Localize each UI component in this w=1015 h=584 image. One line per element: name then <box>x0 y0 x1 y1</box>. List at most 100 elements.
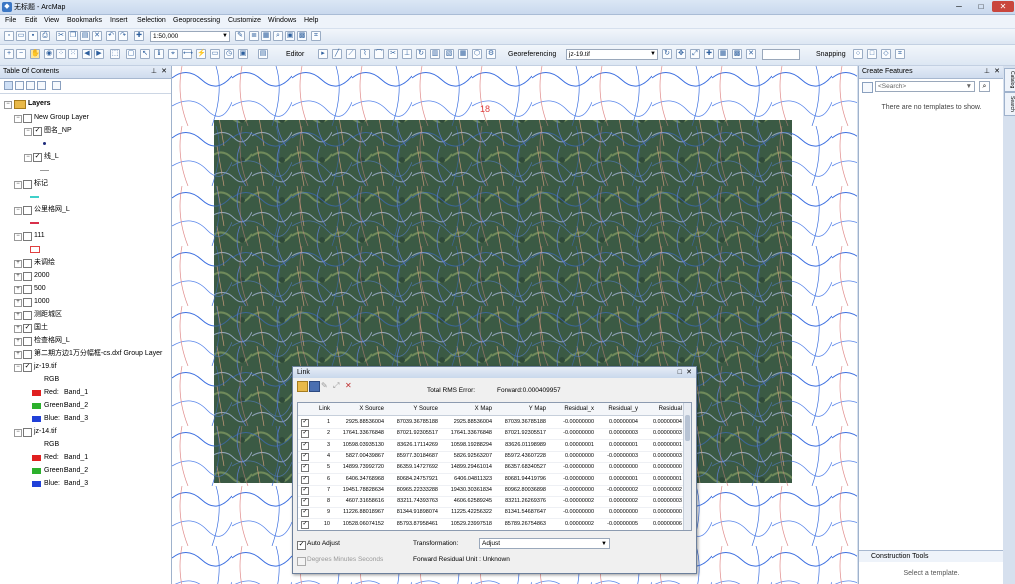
link-table[interactable]: Link X Source Y Source X Map Y Map Residual_x… <box>297 402 692 531</box>
table-row[interactable]: ✓ 8 4607.31658616 83211.74393763 4606.625892… <box>298 496 684 509</box>
add-control-points-icon[interactable]: ✚ <box>704 49 714 59</box>
close-icon[interactable]: ✕ <box>161 66 167 78</box>
menu-selection[interactable]: Selection <box>137 17 166 24</box>
column-header[interactable]: X Source <box>332 406 384 412</box>
editor-toolbar-icon[interactable]: ✎ <box>235 31 245 41</box>
measure-icon[interactable]: ⟷ <box>182 49 193 59</box>
table-row[interactable]: ✓ 1 2925.88536004 87039.36785188 2925.885360… <box>298 417 684 429</box>
layer-visibility-checkbox[interactable] <box>23 232 32 241</box>
list-by-source-icon[interactable] <box>15 81 24 90</box>
layer-visibility-checkbox[interactable] <box>23 350 32 359</box>
sketch-properties-icon[interactable]: ▧ <box>444 49 454 59</box>
delete-icon[interactable]: ✕ <box>92 31 102 41</box>
list-by-drawing-order-icon[interactable] <box>4 81 13 90</box>
column-header[interactable]: Residual_y <box>596 406 638 412</box>
column-header[interactable]: Link <box>312 406 330 412</box>
layer-visibility-checkbox[interactable]: ✓ <box>33 127 42 136</box>
topology-icon[interactable]: ⬡ <box>472 49 482 59</box>
table-row[interactable]: ✓ 6 6406.34768968 80684.24757921 6406.048113… <box>298 474 684 486</box>
edge-snap-icon[interactable]: ⌗ <box>895 49 905 59</box>
html-popup-icon[interactable]: ▭ <box>210 49 220 59</box>
save-icon[interactable]: ▪ <box>28 31 38 41</box>
snapping-menu[interactable]: Snapping <box>816 51 846 58</box>
link-enable-checkbox[interactable]: ✓ <box>301 441 309 450</box>
print-icon[interactable]: ⎙ <box>40 31 50 41</box>
add-link-icon[interactable]: ✎ <box>321 381 330 390</box>
table-row[interactable]: ✓ 2 17641.33676848 87021.92305517 17641.3367… <box>298 428 684 441</box>
delete-links-icon[interactable]: ✕ <box>746 49 756 59</box>
menu-view[interactable]: View <box>44 17 59 24</box>
save-links-icon[interactable] <box>309 381 320 392</box>
collapse-icon[interactable]: − <box>14 429 22 437</box>
menu-insert[interactable]: Insert <box>110 17 128 24</box>
column-header[interactable]: Y Source <box>386 406 438 412</box>
editor-options-icon[interactable]: ⚙ <box>486 49 496 59</box>
table-row[interactable]: ✓ 3 10598.03935130 83626.17114269 10598.1928… <box>298 440 684 452</box>
layout-icon[interactable]: ▤ <box>258 49 268 59</box>
layer-visibility-checkbox[interactable]: ✓ <box>23 324 32 333</box>
link-enable-checkbox[interactable]: ✓ <box>301 509 309 518</box>
find-icon[interactable]: ⌖ <box>168 49 178 59</box>
scale-raster-icon[interactable]: ⤢ <box>690 49 700 59</box>
tab-search[interactable]: Search <box>1004 92 1015 116</box>
pan-icon[interactable]: ✋ <box>30 49 40 59</box>
column-header[interactable]: Residual_x <box>548 406 594 412</box>
rotate-icon[interactable]: ↻ <box>416 49 426 59</box>
close-window-button[interactable]: ✕ <box>992 1 1014 12</box>
add-data-icon[interactable]: ✚ <box>134 31 144 41</box>
auto-registration-icon[interactable]: ▩ <box>732 49 742 59</box>
auto-adjust-checkbox[interactable]: ✓ <box>297 541 306 550</box>
column-header[interactable]: Y Map <box>494 406 546 412</box>
list-by-visibility-icon[interactable] <box>26 81 35 90</box>
sketch-tool-icon[interactable]: ╱ <box>332 49 342 59</box>
link-enable-checkbox[interactable]: ✓ <box>301 430 309 439</box>
collapse-icon[interactable]: − <box>14 181 22 189</box>
collapse-icon[interactable]: − <box>14 364 22 372</box>
menu-edit[interactable]: Edit <box>25 17 37 24</box>
zoom-in-icon[interactable]: + <box>4 49 14 59</box>
shift-raster-icon[interactable]: ✥ <box>676 49 686 59</box>
split-icon[interactable]: ⊥ <box>402 49 412 59</box>
georeference-layer-combo[interactable]: jz-19.tif ▼ <box>566 49 658 60</box>
python-icon[interactable]: ▩ <box>297 31 307 41</box>
maximize-button[interactable]: □ <box>970 1 992 12</box>
table-row[interactable]: ✓ 5 14899.73992720 86359.14727692 14899.2946… <box>298 462 684 475</box>
hyperlink-icon[interactable]: ⚡ <box>196 49 206 59</box>
view-link-table-icon[interactable]: ▦ <box>718 49 728 59</box>
pin-icon[interactable]: ⊥ <box>984 66 990 78</box>
table-row[interactable]: ✓ 7 19451.78828634 80965.22333288 19430.3036… <box>298 485 684 497</box>
fixed-zoom-in-icon[interactable]: ⁘ <box>56 49 66 59</box>
collapse-icon[interactable]: − <box>14 207 22 215</box>
layer-visibility-checkbox[interactable] <box>23 206 32 215</box>
layer-visibility-checkbox[interactable]: ✓ <box>33 153 42 162</box>
layer-visibility-checkbox[interactable]: ✓ <box>23 363 32 372</box>
layer-visibility-checkbox[interactable] <box>23 285 32 294</box>
table-row[interactable]: ✓ 10 10528.06074152 85793.87958461 10529.239… <box>298 519 684 530</box>
menu-help[interactable]: Help <box>304 17 318 24</box>
collapse-icon[interactable]: − <box>24 154 32 162</box>
expand-icon[interactable]: + <box>14 312 22 320</box>
expand-icon[interactable]: + <box>14 299 22 307</box>
search-icon[interactable]: ⌕ <box>979 81 990 92</box>
map-scale-combo[interactable]: 1:50,000 ▼ <box>150 31 230 42</box>
arctoolbox-icon[interactable]: ▣ <box>285 31 295 41</box>
time-slider-icon[interactable]: ◷ <box>224 49 234 59</box>
expand-icon[interactable]: + <box>14 260 22 268</box>
fixed-zoom-out-icon[interactable]: ⁙ <box>68 49 78 59</box>
link-enable-checkbox[interactable]: ✓ <box>301 475 309 484</box>
collapse-icon[interactable]: − <box>14 233 22 241</box>
table-row[interactable]: ✓ 4 5827.00439867 85977.30184687 5826.925632… <box>298 451 684 463</box>
collapse-icon[interactable]: − <box>4 101 12 109</box>
layer-visibility-checkbox[interactable] <box>23 272 32 281</box>
layer-visibility-checkbox[interactable] <box>23 180 32 189</box>
tab-catalog[interactable]: Catalog <box>1004 68 1015 92</box>
minimize-button[interactable]: ─ <box>948 1 970 12</box>
link-table-scrollbar[interactable] <box>683 403 691 530</box>
clear-selection-icon[interactable]: ▢ <box>126 49 136 59</box>
back-extent-icon[interactable]: ◀ <box>82 49 92 59</box>
pin-icon[interactable]: ⊥ <box>151 66 157 78</box>
edit-tool-icon[interactable]: ▸ <box>318 49 328 59</box>
zoom-field[interactable] <box>762 49 800 60</box>
restore-icon[interactable]: □ <box>678 367 682 378</box>
table-of-contents-icon[interactable]: ≣ <box>249 31 259 41</box>
